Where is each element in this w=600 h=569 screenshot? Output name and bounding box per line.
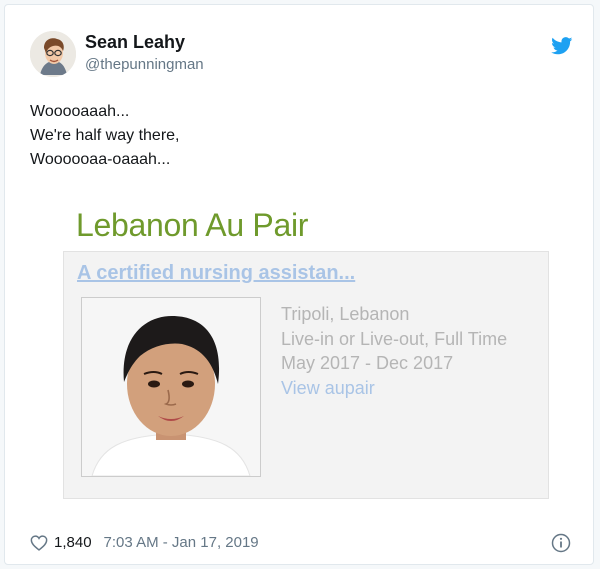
- listing-details: Tripoli, Lebanon Live-in or Live-out, Fu…: [281, 302, 531, 400]
- tweet-line: Woooooaa-oaaah...: [30, 151, 171, 168]
- site-title: Lebanon Au Pair: [76, 207, 309, 243]
- tweet-line: Wooooaaah...: [30, 103, 130, 120]
- author-handle[interactable]: @thepunningman: [85, 56, 204, 73]
- listing-dates: May 2017 - Dec 2017: [281, 353, 454, 373]
- tweet-footer: 1,840 7:03 AM - Jan 17, 2019: [30, 534, 259, 551]
- info-icon[interactable]: [551, 533, 571, 553]
- tweet-text: Wooooaaah... We're half way there, Woooo…: [30, 100, 180, 172]
- listing-location: Tripoli, Lebanon: [281, 304, 410, 324]
- listing-card: A certified nursing assistan... Tripoli,…: [63, 251, 549, 499]
- embedded-screenshot: Lebanon Au Pair A certified nursing assi…: [60, 203, 560, 508]
- heart-icon[interactable]: [30, 534, 48, 551]
- tweet-line: We're half way there,: [30, 127, 180, 144]
- view-aupair-link: View aupair: [281, 377, 375, 398]
- avatar[interactable]: [30, 31, 76, 77]
- tweet-timestamp[interactable]: 7:03 AM - Jan 17, 2019: [104, 534, 259, 551]
- listing-title-link: A certified nursing assistan...: [77, 262, 356, 284]
- tweet-card: Sean Leahy @thepunningman Wooooaaah... W…: [4, 4, 594, 565]
- twitter-bird-icon[interactable]: [551, 37, 573, 55]
- person-photo: [82, 298, 260, 476]
- listing-arrangement: Live-in or Live-out, Full Time: [281, 328, 508, 349]
- profile-photo: [81, 297, 261, 477]
- avatar-illustration: [30, 31, 76, 77]
- author-name[interactable]: Sean Leahy: [85, 32, 185, 53]
- like-count[interactable]: 1,840: [54, 534, 92, 551]
